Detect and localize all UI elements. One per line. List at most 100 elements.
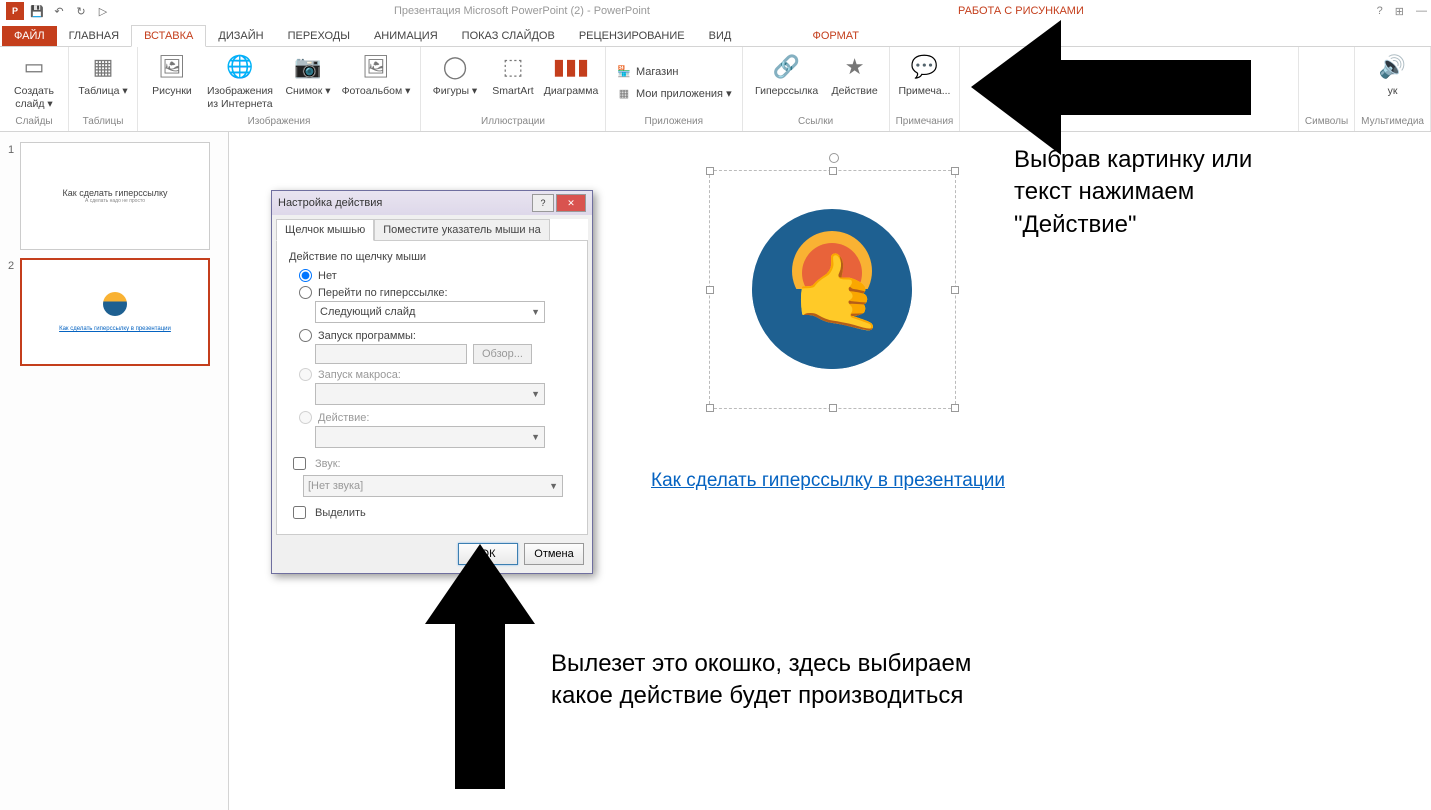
resize-handle[interactable]: [829, 167, 837, 175]
tab-insert[interactable]: ВСТАВКА: [131, 25, 206, 47]
annotation-right: Выбрав картинку или текст нажимаем "Дейс…: [1014, 144, 1264, 241]
program-path-input[interactable]: [315, 344, 467, 364]
action-settings-dialog: Настройка действия ? ✕ Щелчок мышью Поме…: [271, 190, 593, 574]
slide-hyperlink[interactable]: Как сделать гиперссылку в презентации: [651, 470, 1005, 492]
shapes-button[interactable]: ◯Фигуры ▾: [427, 49, 483, 100]
minimize-icon[interactable]: —: [1416, 5, 1427, 18]
shapes-icon: ◯: [439, 51, 471, 83]
thumb-number: 2: [8, 258, 20, 272]
pictures-button[interactable]: 🖼Рисунки: [144, 49, 200, 100]
window-title: Презентация Microsoft PowerPoint (2) - P…: [394, 5, 650, 17]
tab-view[interactable]: ВИД: [697, 26, 744, 46]
screenshot-button[interactable]: 📷Снимок ▾: [280, 49, 336, 100]
resize-handle[interactable]: [951, 286, 959, 294]
dialog-tab-click[interactable]: Щелчок мышью: [276, 219, 374, 241]
chart-button[interactable]: ▮▮▮Диаграмма: [543, 49, 599, 100]
online-pictures-button[interactable]: 🌐Изображения из Интернета: [202, 49, 278, 112]
tab-home[interactable]: ГЛАВНАЯ: [57, 26, 131, 46]
album-icon: 🖼: [360, 51, 392, 83]
thumbnail-1[interactable]: Как сделать гиперссылку А сделать надо н…: [20, 142, 210, 250]
resize-handle[interactable]: [706, 286, 714, 294]
rotate-handle[interactable]: [829, 153, 839, 163]
chart-icon: ▮▮▮: [555, 51, 587, 83]
action-button[interactable]: ★Действие: [827, 49, 883, 100]
hyperlink-button[interactable]: 🔗Гиперссылка: [749, 49, 825, 100]
redo-icon[interactable]: ↻: [72, 2, 90, 20]
group-symbols-label: Символы: [1305, 116, 1348, 129]
radio-run-input[interactable]: [299, 329, 312, 342]
group-slides-label: Слайды: [15, 116, 52, 129]
chevron-down-icon: ▼: [531, 389, 540, 399]
media-sound-button[interactable]: 🔊ук: [1365, 49, 1421, 100]
tab-slideshow[interactable]: ПОКАЗ СЛАЙДОВ: [450, 26, 567, 46]
ribbon-opts-icon[interactable]: ⊞: [1395, 5, 1404, 18]
smartart-icon: ⬚: [497, 51, 529, 83]
group-tables-label: Таблицы: [83, 116, 124, 129]
radio-macro-input: [299, 368, 312, 381]
dialog-title: Настройка действия: [278, 197, 382, 209]
new-slide-button[interactable]: ▭Создать слайд ▾: [6, 49, 62, 112]
save-icon[interactable]: 💾: [28, 2, 46, 20]
thumb1-sub: А сделать надо не просто: [85, 198, 145, 204]
arrow-up-annotation: [425, 544, 535, 789]
tab-animation[interactable]: АНИМАЦИЯ: [362, 26, 450, 46]
selection-box[interactable]: 🤙: [709, 170, 956, 409]
workspace: 1 Как сделать гиперссылку А сделать надо…: [0, 132, 1431, 810]
radio-run-program[interactable]: Запуск программы:: [299, 329, 575, 342]
tab-transitions[interactable]: ПЕРЕХОДЫ: [276, 26, 362, 46]
table-button[interactable]: ▦Таблица ▾: [75, 49, 131, 100]
radio-none[interactable]: Нет: [299, 269, 575, 282]
group-images-label: Изображения: [248, 116, 311, 129]
action-combo: ▼: [315, 426, 545, 448]
store-button[interactable]: 🏪Магазин: [612, 62, 682, 82]
tab-design[interactable]: ДИЗАЙН: [206, 26, 275, 46]
comment-button[interactable]: 💬Примеча...: [896, 49, 952, 100]
thumb2-link: Как сделать гиперссылку в презентации: [59, 326, 171, 332]
browse-button[interactable]: Обзор...: [473, 344, 532, 364]
dialog-title-bar[interactable]: Настройка действия ? ✕: [272, 191, 592, 215]
radio-none-input[interactable]: [299, 269, 312, 282]
tab-file[interactable]: ФАЙЛ: [2, 26, 57, 46]
thumb1-title: Как сделать гиперссылку: [63, 188, 168, 198]
group-comments-label: Примечания: [896, 116, 954, 129]
hyperlink-combo[interactable]: Следующий слайд▼: [315, 301, 545, 323]
dialog-close-button[interactable]: ✕: [556, 194, 586, 212]
my-apps-button[interactable]: ▦Мои приложения ▾: [612, 84, 736, 104]
check-sound-input[interactable]: [293, 457, 306, 470]
radio-macro: Запуск макроса:: [299, 368, 575, 381]
thumbnail-2[interactable]: Как сделать гиперссылку в презентации: [20, 258, 210, 366]
dialog-tab-hover[interactable]: Поместите указатель мыши на: [374, 219, 550, 241]
undo-icon[interactable]: ↶: [50, 2, 68, 20]
tab-format[interactable]: ФОРМАТ: [801, 26, 872, 46]
resize-handle[interactable]: [706, 404, 714, 412]
chevron-down-icon: ▼: [531, 432, 540, 442]
online-pictures-icon: 🌐: [224, 51, 256, 83]
photo-album-button[interactable]: 🖼Фотоальбом ▾: [338, 49, 414, 100]
screenshot-icon: 📷: [292, 51, 324, 83]
radio-hyperlink-input[interactable]: [299, 286, 312, 299]
check-sound[interactable]: Звук:: [289, 454, 575, 473]
sound-combo: [Нет звука]▼: [303, 475, 563, 497]
store-icon: 🏪: [616, 64, 632, 80]
help-icon[interactable]: ?: [1377, 5, 1383, 18]
slide-image[interactable]: 🤙: [752, 209, 912, 369]
smartart-button[interactable]: ⬚SmartArt: [485, 49, 541, 100]
slide-canvas[interactable]: Выбрав картинку или текст нажимаем "Дейс…: [229, 132, 1431, 810]
dialog-help-button[interactable]: ?: [532, 194, 554, 212]
table-icon: ▦: [87, 51, 119, 83]
tab-review[interactable]: РЕЦЕНЗИРОВАНИЕ: [567, 26, 697, 46]
group-media-label: Мультимедиа: [1361, 116, 1424, 129]
action-icon: ★: [839, 51, 871, 83]
resize-handle[interactable]: [951, 167, 959, 175]
radio-hyperlink[interactable]: Перейти по гиперссылке:: [299, 286, 575, 299]
resize-handle[interactable]: [706, 167, 714, 175]
slide-thumbnails[interactable]: 1 Как сделать гиперссылку А сделать надо…: [0, 132, 229, 810]
check-highlight[interactable]: Выделить: [289, 503, 575, 522]
macro-combo: ▼: [315, 383, 545, 405]
check-highlight-input[interactable]: [293, 506, 306, 519]
resize-handle[interactable]: [951, 404, 959, 412]
resize-handle[interactable]: [829, 404, 837, 412]
chevron-down-icon: ▼: [549, 481, 558, 491]
group-links-label: Ссылки: [798, 116, 833, 129]
slideshow-icon[interactable]: ▷: [94, 2, 112, 20]
